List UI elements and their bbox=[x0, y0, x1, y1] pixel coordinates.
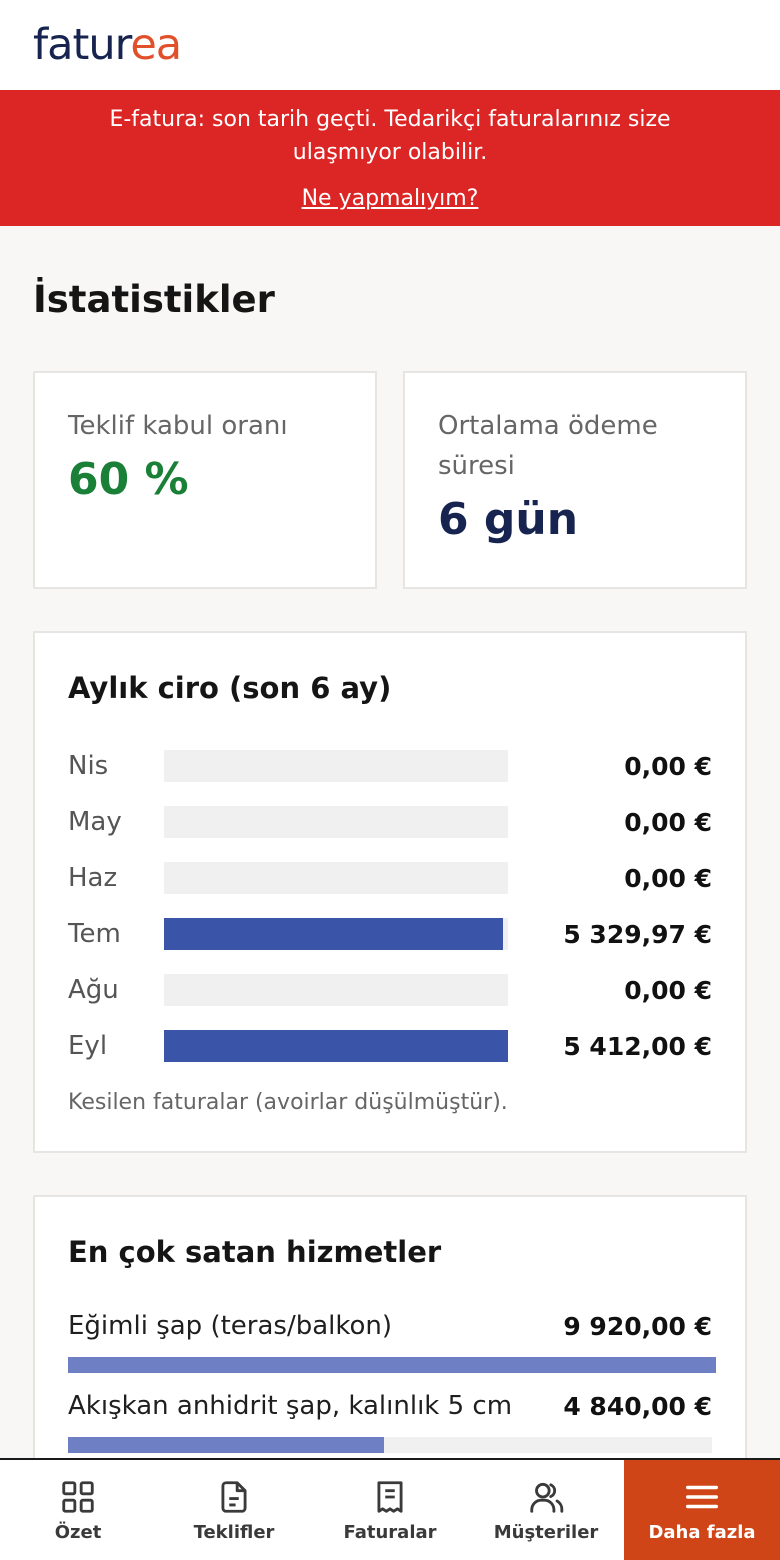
nav-item-teklifler[interactable]: Teklifler bbox=[156, 1460, 312, 1560]
document-icon bbox=[221, 1480, 247, 1513]
revenue-bar-track bbox=[164, 974, 508, 1006]
nav-item-daha-fazla[interactable]: Daha fazla bbox=[624, 1460, 780, 1560]
revenue-note: Kesilen faturalar (avoirlar düşülmüştür)… bbox=[68, 1090, 508, 1115]
revenue-amount: 0,00 € bbox=[624, 975, 712, 1005]
avg-payment-time-value: 6 gün bbox=[438, 494, 579, 545]
revenue-row: Eyl 5 412,00 € bbox=[68, 1029, 712, 1063]
monthly-revenue-card: Aylık ciro (son 6 ay) Nis 0,00 € May 0,00 €… bbox=[33, 631, 747, 1153]
nav-item-musteriler[interactable]: Müşteriler bbox=[468, 1460, 624, 1560]
faturea-logo[interactable]: faturea bbox=[33, 23, 182, 67]
service-name: Akışkan anhidrit şap, kalınlık 5 cm bbox=[68, 1391, 513, 1421]
revenue-month-label: Nis bbox=[68, 751, 109, 781]
nav-item-ozet[interactable]: Özet bbox=[0, 1460, 156, 1560]
top-services-title: En çok satan hizmetler bbox=[68, 1235, 442, 1269]
service-bar bbox=[68, 1437, 384, 1453]
app-header: faturea bbox=[0, 0, 780, 90]
revenue-row: Haz 0,00 € bbox=[68, 861, 712, 895]
avg-payment-time-label: Ortalama ödeme süresi bbox=[438, 411, 658, 481]
revenue-row: May 0,00 € bbox=[68, 805, 712, 839]
nav-item-faturalar[interactable]: Faturalar bbox=[312, 1460, 468, 1560]
e-invoice-alert-banner: E-fatura: son tarih geçti. Tedarikçi fat… bbox=[0, 90, 780, 226]
revenue-row: Tem 5 329,97 € bbox=[68, 917, 712, 951]
revenue-bar-track bbox=[164, 918, 508, 950]
service-name: Eğimli şap (teras/balkon) bbox=[68, 1311, 393, 1341]
service-amount: 4 840,00 € bbox=[563, 1391, 712, 1421]
revenue-month-label: Haz bbox=[68, 863, 118, 893]
acceptance-rate-value: 60 % bbox=[68, 454, 189, 505]
revenue-amount: 5 412,00 € bbox=[563, 1031, 712, 1061]
nav-label-daha-fazla: Daha fazla bbox=[648, 1521, 756, 1543]
revenue-month-label: Ağu bbox=[68, 975, 119, 1005]
service-bar bbox=[68, 1357, 716, 1373]
nav-label-faturalar: Faturalar bbox=[343, 1521, 437, 1543]
revenue-month-label: May bbox=[68, 807, 122, 837]
grid-icon bbox=[62, 1480, 94, 1513]
revenue-row: Ağu 0,00 € bbox=[68, 973, 712, 1007]
revenue-bar-track bbox=[164, 1030, 508, 1062]
service-row: Eğimli şap (teras/balkon) 9 920,00 € bbox=[68, 1311, 712, 1341]
revenue-amount: 0,00 € bbox=[624, 863, 712, 893]
users-icon bbox=[530, 1482, 564, 1513]
nav-label-teklifler: Teklifler bbox=[193, 1521, 275, 1543]
revenue-amount: 0,00 € bbox=[624, 751, 712, 781]
revenue-amount: 5 329,97 € bbox=[563, 919, 712, 949]
what-to-do-link[interactable]: Ne yapmalıyım? bbox=[302, 186, 479, 211]
revenue-bar bbox=[164, 918, 503, 950]
nav-label-ozet: Özet bbox=[54, 1521, 102, 1543]
revenue-bar-track bbox=[164, 750, 508, 782]
nav-label-musteriler: Müşteriler bbox=[493, 1521, 599, 1543]
service-amount: 9 920,00 € bbox=[563, 1311, 712, 1341]
receipt-icon bbox=[377, 1480, 403, 1513]
revenue-bar-track bbox=[164, 806, 508, 838]
monthly-revenue-title: Aylık ciro (son 6 ay) bbox=[68, 671, 392, 705]
acceptance-rate-label: Teklif kabul oranı bbox=[68, 411, 288, 441]
revenue-bar-track bbox=[164, 862, 508, 894]
revenue-amount: 0,00 € bbox=[624, 807, 712, 837]
revenue-row: Nis 0,00 € bbox=[68, 749, 712, 783]
page-title: İstatistikler bbox=[33, 278, 275, 321]
menu-icon bbox=[686, 1485, 718, 1508]
service-bar-track bbox=[68, 1357, 716, 1373]
acceptance-rate-card: Teklif kabul oranı 60 % bbox=[33, 371, 377, 589]
alert-message: E-fatura: son tarih geçti. Tedarikçi fat… bbox=[109, 107, 671, 165]
revenue-month-label: Tem bbox=[68, 919, 121, 949]
service-bar-track bbox=[68, 1437, 712, 1453]
bottom-navigation: Özet Teklifler Faturalar Müşteriler Daha… bbox=[0, 1458, 780, 1560]
revenue-month-label: Eyl bbox=[68, 1031, 108, 1061]
avg-payment-time-card: Ortalama ödeme süresi 6 gün bbox=[403, 371, 747, 589]
revenue-bar bbox=[164, 1030, 508, 1062]
service-row: Akışkan anhidrit şap, kalınlık 5 cm 4 840… bbox=[68, 1391, 712, 1421]
top-services-card: En çok satan hizmetler Eğimli şap (teras… bbox=[33, 1195, 747, 1495]
